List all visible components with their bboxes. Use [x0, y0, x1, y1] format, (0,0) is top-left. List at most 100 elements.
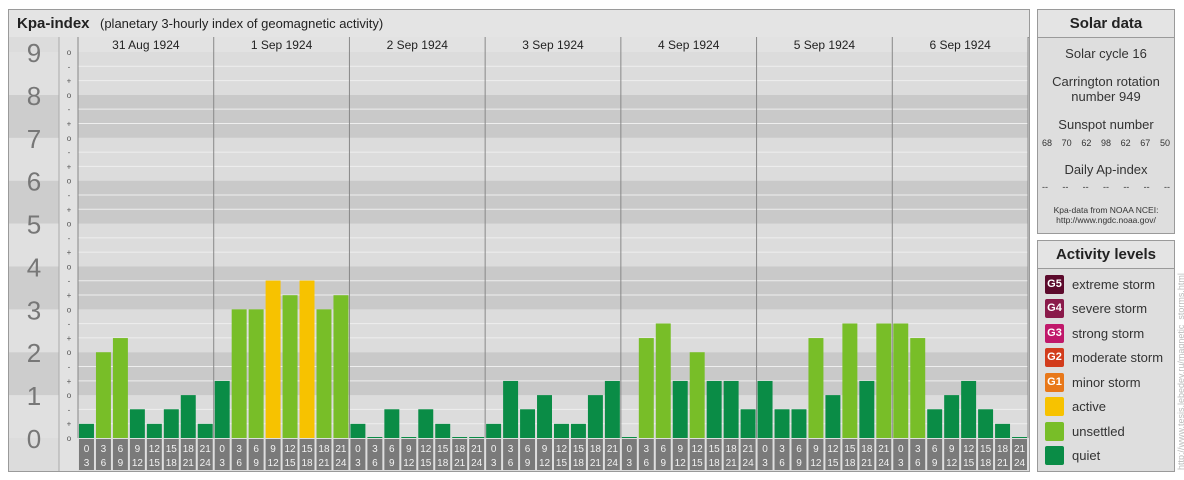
- legend-swatch: [1045, 421, 1064, 441]
- hour-start-label: 21: [607, 444, 619, 455]
- legend-item: G3 strong storm: [1045, 323, 1144, 343]
- kp-bar: [282, 295, 298, 438]
- sub-tick-mark: o: [67, 434, 72, 443]
- sub-tick-mark: -: [68, 234, 71, 243]
- legend-swatch: G3: [1045, 323, 1064, 343]
- kp-bar: [604, 380, 620, 438]
- sub-tick-mark: -: [68, 405, 71, 414]
- y-tick-label: 2: [27, 338, 41, 368]
- carrington-rotation-number: number 949: [1071, 89, 1141, 104]
- hour-start-label: 21: [200, 444, 212, 455]
- hour-start-label: 6: [253, 444, 259, 455]
- hour-end-label: 18: [844, 458, 856, 469]
- hour-end-label: 15: [284, 458, 296, 469]
- hour-end-label: 12: [946, 458, 958, 469]
- kp-bar: [537, 395, 552, 438]
- sub-tick-mark: o: [67, 48, 72, 57]
- y-tick-label: 7: [27, 124, 41, 154]
- sub-tick-mark: o: [67, 134, 72, 143]
- sunspot-value: 50: [1159, 138, 1170, 148]
- hour-start-label: 9: [542, 444, 548, 455]
- hour-start-label: 18: [997, 444, 1009, 455]
- sunspot-values: 68 70 62 98 62 67 50: [1042, 138, 1170, 148]
- y-tick-label: 6: [27, 167, 41, 197]
- kp-bar: [587, 395, 603, 438]
- ap-index-values: -- -- -- -- -- -- --: [1042, 182, 1170, 192]
- legend-swatch: [1045, 446, 1064, 465]
- hour-start-label: 15: [709, 444, 721, 455]
- hour-end-label: 12: [268, 458, 280, 469]
- kp-bar: [554, 423, 569, 438]
- ap-index-value: --: [1042, 182, 1048, 192]
- hour-end-label: 24: [200, 458, 212, 469]
- hour-start-label: 15: [844, 444, 856, 455]
- kp-bar: [214, 380, 230, 438]
- hour-start-label: 18: [183, 444, 195, 455]
- legend-item: G4 severe storm: [1045, 299, 1147, 319]
- y-tick-label: 3: [27, 295, 41, 325]
- kp-bar: [129, 409, 145, 438]
- kp-bar: [299, 280, 315, 438]
- hour-start-label: 6: [118, 444, 124, 455]
- kp-bar: [316, 309, 332, 438]
- hour-start-label: 12: [420, 444, 432, 455]
- hour-start-label: 9: [270, 444, 276, 455]
- legend-item: G5 extreme storm: [1045, 274, 1155, 294]
- kp-bar: [503, 380, 519, 438]
- watermark: http://www.tesis.lebedev.ru/magnetic_sto…: [1176, 273, 1184, 470]
- kp-bar: [825, 395, 841, 438]
- kp-bar: [418, 409, 434, 438]
- kp-bar: [893, 323, 909, 438]
- hour-end-label: 6: [372, 458, 378, 469]
- kp-bar: [469, 437, 485, 438]
- kp-bar: [570, 423, 586, 438]
- ap-index-value: --: [1143, 182, 1150, 192]
- hour-start-label: 12: [284, 444, 296, 455]
- legend-swatch: G1: [1045, 372, 1064, 392]
- kp-bar: [435, 423, 451, 438]
- sunspot-value: 67: [1140, 138, 1151, 148]
- hour-start-label: 15: [437, 444, 449, 455]
- hour-end-label: 9: [389, 458, 395, 469]
- legend-item: G2 moderate storm: [1045, 348, 1163, 368]
- kp-bar: [910, 338, 926, 438]
- kp-bar: [350, 423, 366, 438]
- hour-end-label: 6: [508, 458, 514, 469]
- kp-bar: [723, 380, 739, 438]
- hour-end-label: 18: [573, 458, 585, 469]
- source-url: http://www.ngdc.noaa.gov/: [1056, 215, 1156, 225]
- hour-start-label: 0: [491, 444, 497, 455]
- legend-label: moderate storm: [1072, 350, 1164, 365]
- sub-tick-mark: -: [68, 62, 71, 71]
- kp-bar: [163, 409, 179, 438]
- sub-tick-mark: -: [68, 148, 71, 157]
- y-tick-label: 5: [27, 210, 41, 240]
- hour-start-label: 12: [556, 444, 568, 455]
- sub-tick-mark: +: [67, 420, 72, 429]
- ap-index-value: --: [1123, 182, 1130, 192]
- sunspot-value: 62: [1120, 138, 1131, 148]
- kp-bar: [655, 323, 671, 438]
- kp-bar: [248, 309, 264, 438]
- hour-start-label: 6: [932, 444, 938, 455]
- kp-bar: [927, 409, 943, 438]
- sub-tick-mark: +: [67, 377, 72, 386]
- hour-end-label: 21: [183, 458, 195, 469]
- sunspot-value: 68: [1042, 138, 1053, 148]
- legend-item: unsettled: [1045, 421, 1125, 441]
- hour-start-label: 12: [827, 444, 839, 455]
- hour-end-label: 21: [861, 458, 873, 469]
- sub-tick-mark: o: [67, 220, 72, 229]
- y-band: [78, 223, 1028, 267]
- solar-cycle: Solar cycle 16: [1065, 46, 1147, 61]
- sub-tick-mark: o: [67, 391, 72, 400]
- hour-end-label: 12: [132, 458, 144, 469]
- legend-label: strong storm: [1072, 325, 1145, 341]
- kp-bar: [859, 380, 875, 438]
- kp-bar: [367, 437, 383, 438]
- kp-bar: [672, 380, 688, 438]
- hour-start-label: 0: [355, 444, 361, 455]
- hour-start-label: 18: [590, 444, 602, 455]
- kp-bar: [689, 352, 705, 438]
- activity-levels-panel: Activity levels G5 extreme storm G4 severe …: [1037, 240, 1175, 472]
